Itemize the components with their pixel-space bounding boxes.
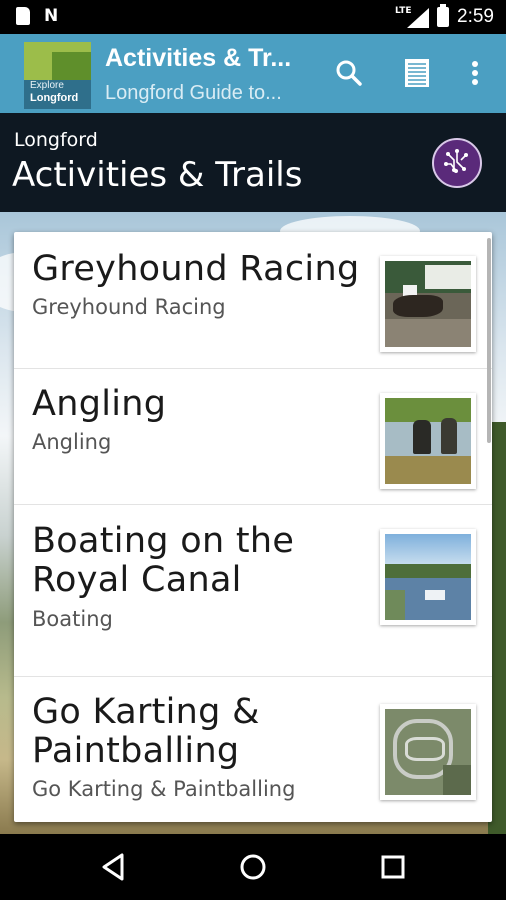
item-subtitle: Greyhound Racing xyxy=(32,295,226,319)
item-subtitle: Go Karting & Paintballing xyxy=(32,777,296,801)
item-title: Angling xyxy=(32,384,167,424)
item-title: Boating on the Royal Canal xyxy=(32,521,295,600)
recents-icon[interactable] xyxy=(376,850,410,884)
sd-card-icon xyxy=(16,7,30,25)
header-title: Activities & Trails xyxy=(12,155,303,195)
app-logo[interactable]: Explore Longford xyxy=(24,42,91,109)
logo-text-explore: Explore xyxy=(30,80,64,91)
list-view-icon[interactable] xyxy=(400,56,434,90)
back-icon[interactable] xyxy=(97,850,131,884)
app-bar: Explore Longford Activities & Tr... Long… xyxy=(0,34,506,113)
search-icon[interactable] xyxy=(332,56,366,90)
signal-icon: LTE xyxy=(395,6,430,28)
item-subtitle: Boating xyxy=(32,607,113,631)
list-item-angling[interactable]: Angling Angling xyxy=(14,369,492,505)
home-icon[interactable] xyxy=(236,850,270,884)
circuit-icon[interactable] xyxy=(432,138,482,188)
greyhound-photo xyxy=(380,256,476,352)
boating-photo xyxy=(380,529,476,625)
status-time: 2:59 xyxy=(457,6,494,27)
page-header: Longford Activities & Trails xyxy=(0,113,506,212)
battery-icon xyxy=(437,4,450,27)
karting-photo xyxy=(380,704,476,800)
n-notification-icon: N xyxy=(44,6,59,26)
item-title: Greyhound Racing xyxy=(32,249,360,289)
header-subtitle: Longford xyxy=(14,129,98,151)
app-title: Activities & Tr... xyxy=(105,44,292,72)
list-item-go-karting[interactable]: Go Karting & Paintballing Go Karting & P… xyxy=(14,677,492,822)
logo-text-longford: Longford xyxy=(30,92,79,104)
scrollbar[interactable] xyxy=(487,238,491,443)
more-vert-icon[interactable] xyxy=(458,56,492,90)
item-title: Go Karting & Paintballing xyxy=(32,692,260,771)
activities-list[interactable]: Greyhound Racing Greyhound Racing Anglin… xyxy=(14,232,492,822)
angling-photo xyxy=(380,393,476,489)
app-subtitle: Longford Guide to... xyxy=(105,82,282,104)
list-item-boating[interactable]: Boating on the Royal Canal Boating xyxy=(14,505,492,677)
status-bar: N LTE 2:59 xyxy=(0,0,506,34)
item-subtitle: Angling xyxy=(32,430,112,454)
list-item-greyhound-racing[interactable]: Greyhound Racing Greyhound Racing xyxy=(14,232,492,369)
nav-bar xyxy=(0,834,506,900)
